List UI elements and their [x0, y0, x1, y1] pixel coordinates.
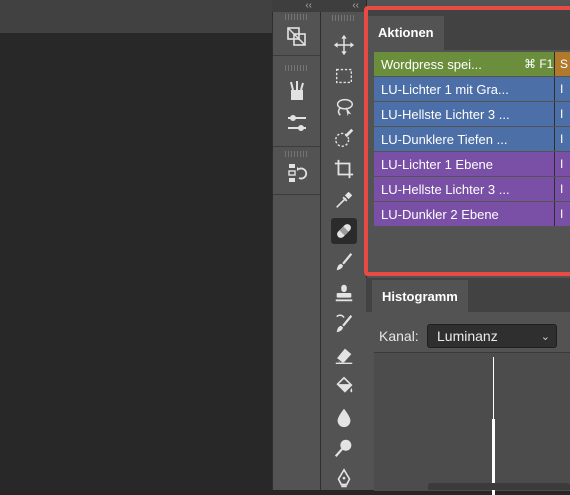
healing-brush-tool-icon [333, 220, 355, 242]
highlight-frame [364, 6, 570, 276]
move-tool-button[interactable] [331, 32, 357, 58]
dodge-tool-icon [333, 437, 355, 459]
history-brush-tool-button[interactable] [331, 311, 357, 337]
collapse-arrows-icon: ‹‹ [352, 0, 359, 11]
brushes-icon [285, 79, 309, 103]
document-canvas[interactable] [0, 33, 272, 490]
quick-selection-tool-icon [333, 127, 355, 149]
clone-stamp-tool-button[interactable] [331, 280, 357, 306]
eraser-tool-button[interactable] [331, 342, 357, 368]
layers-transform-icon [285, 25, 309, 49]
eyedropper-tool-icon [333, 189, 355, 211]
history-brush-tool-icon [333, 313, 355, 335]
dock-collapse-button[interactable]: ‹‹ [272, 0, 320, 12]
paint-bucket-tool-icon [333, 375, 355, 397]
channel-select[interactable]: Luminanz ⌄ [427, 324, 557, 348]
dock-button-brushes[interactable] [273, 76, 320, 106]
document-tab-bar [0, 0, 272, 33]
dock-grip-3[interactable] [273, 150, 320, 157]
blur-tool-icon [333, 406, 355, 428]
dock-button-transform[interactable] [273, 19, 320, 56]
blur-tool-button[interactable] [331, 404, 357, 430]
panel-dock [272, 0, 320, 490]
healing-brush-tool-button[interactable] [331, 218, 357, 244]
crop-tool-icon [333, 158, 355, 180]
dock-button-history[interactable] [273, 158, 320, 188]
channel-select-value: Luminanz [437, 328, 498, 344]
chevron-down-icon: ⌄ [540, 331, 550, 343]
histogram-graph [374, 352, 570, 495]
crop-tool-button[interactable] [331, 156, 357, 182]
brush-tool-icon [333, 251, 355, 273]
dock-grip-2[interactable] [273, 64, 320, 71]
channel-label: Kanal: [379, 328, 419, 344]
clone-stamp-tool-icon [333, 282, 355, 304]
marquee-tool-button[interactable] [331, 63, 357, 89]
tools-grip[interactable] [321, 14, 366, 21]
move-tool-icon [333, 34, 355, 56]
history-icon [285, 161, 309, 185]
collapse-arrows-icon: ‹‹ [305, 0, 312, 11]
pen-tool-button[interactable] [331, 466, 357, 492]
paint-bucket-tool-button[interactable] [331, 373, 357, 399]
histogram-panel: Histogramm Kanal: Luminanz ⌄ [366, 278, 570, 495]
quick-selection-tool-button[interactable] [331, 125, 357, 151]
eraser-tool-icon [333, 344, 355, 366]
tab-histogramm[interactable]: Histogramm [372, 280, 468, 312]
marquee-tool-icon [333, 65, 355, 87]
histogram-tab-bar: Histogramm [366, 278, 570, 312]
lasso-tool-button[interactable] [331, 94, 357, 120]
dock-button-adjustments[interactable] [273, 108, 320, 138]
dodge-tool-button[interactable] [331, 435, 357, 461]
adjustments-icon [285, 111, 309, 135]
brush-tool-button[interactable] [331, 249, 357, 275]
eyedropper-tool-button[interactable] [331, 187, 357, 213]
histogram-source-select[interactable] [428, 483, 570, 490]
pen-tool-icon [333, 468, 355, 490]
tools-collapse-button[interactable]: ‹‹ [320, 0, 366, 12]
lasso-tool-icon [333, 96, 355, 118]
tools-panel [320, 0, 366, 490]
